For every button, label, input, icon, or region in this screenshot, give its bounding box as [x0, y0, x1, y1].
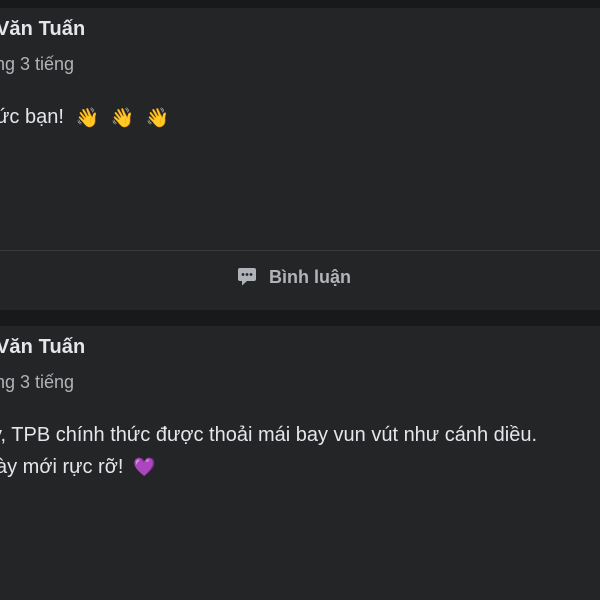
post-text-line: ày mới rực rỡ!	[0, 456, 124, 478]
post-author-name[interactable]: n Văn Tuấn	[0, 336, 85, 359]
purple-heart-emoji: 💜	[132, 457, 156, 477]
feed-viewport: n Văn Tuấn ng 3 tiếng ức bạn! 👋 👋 👋 Bình…	[0, 0, 600, 600]
post-timestamp[interactable]: ng 3 tiếng	[0, 54, 74, 75]
post-text-line: ức bạn!	[0, 106, 64, 128]
post-card: n Văn Tuấn ng 3 tiếng ức bạn! 👋 👋 👋 Bình…	[0, 8, 600, 310]
post-text: ức bạn! 👋 👋 👋	[0, 106, 170, 130]
waving-hand-emoji: 👋	[110, 108, 135, 129]
post-timestamp[interactable]: ng 3 tiếng	[0, 372, 74, 393]
comment-button[interactable]: Bình luận	[236, 266, 351, 288]
post-text: ày mới rực rỡ! 💜	[0, 456, 155, 479]
action-divider	[0, 250, 600, 251]
waving-hand-emoji: 👋	[145, 108, 170, 129]
post-text-line: y, TPB chính thức được thoải mái bay vun…	[0, 424, 538, 446]
comment-button-label: Bình luận	[269, 266, 351, 287]
post-card: n Văn Tuấn ng 3 tiếng y, TPB chính thức …	[0, 326, 600, 600]
waving-hand-emoji: 👋	[75, 108, 100, 129]
comment-icon	[236, 266, 258, 288]
post-author-name[interactable]: n Văn Tuấn	[0, 18, 85, 41]
